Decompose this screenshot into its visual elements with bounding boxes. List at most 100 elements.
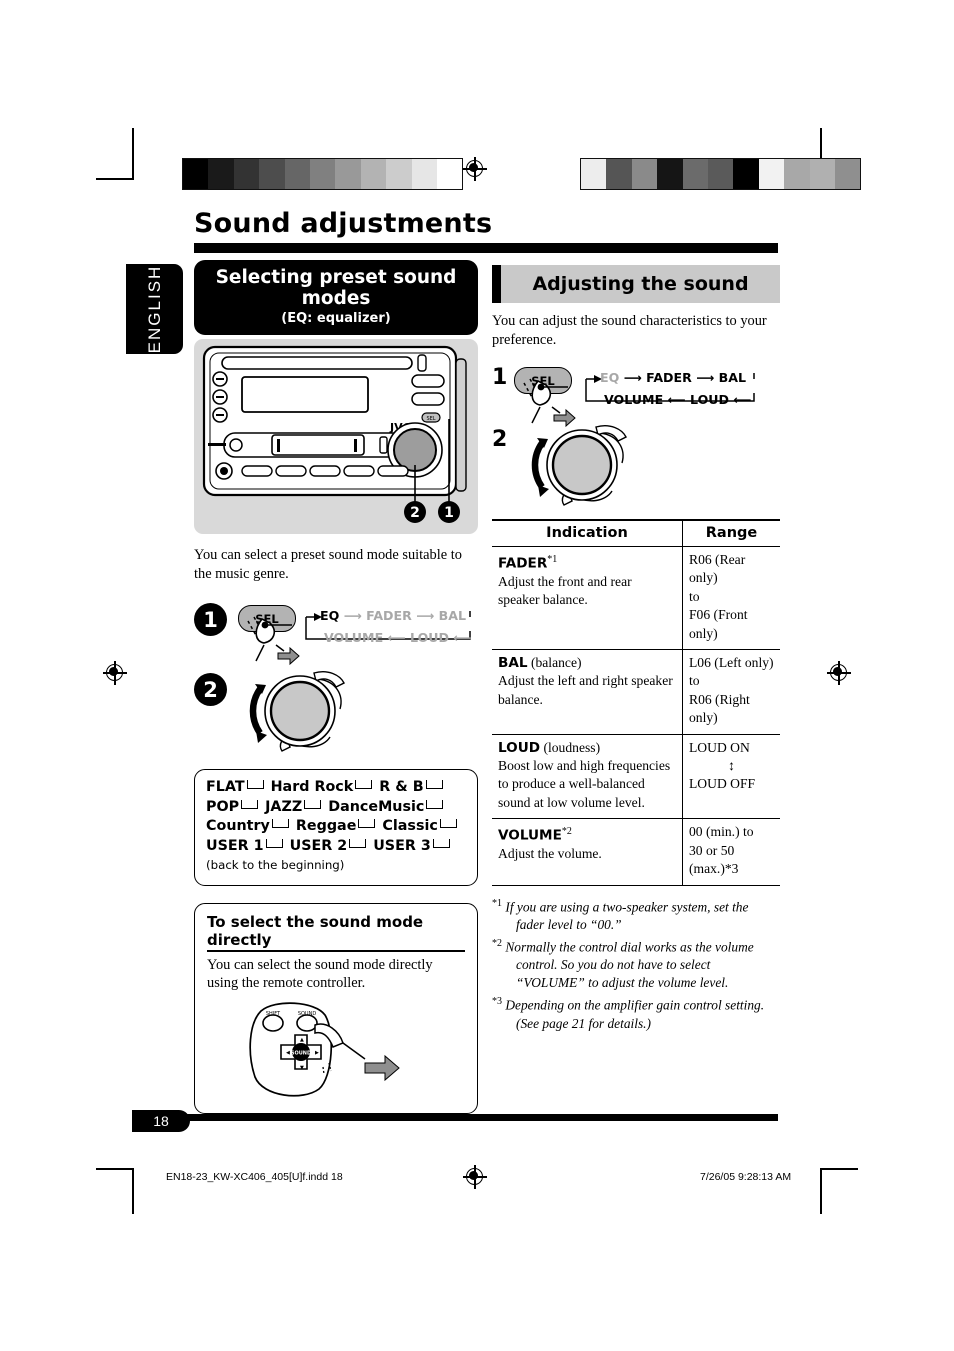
control-dial-rotate-illustration: [249, 671, 345, 752]
left-step-1: 1 SEL EQ ⟶ FADER ⟶ BAL VOLUME ⟵ LOUD ⟵: [194, 597, 478, 666]
arrow-right-icon: ⟶: [623, 370, 642, 385]
footer-rule: [132, 1114, 778, 1121]
mode-user-1: USER 1: [206, 837, 264, 854]
crop-mark-bl-v: [132, 1168, 134, 1214]
svg-text:▶: ▶: [315, 1050, 319, 1056]
row-fader-name: FADER: [498, 555, 548, 572]
footnote-1: *1 If you are using a two-speaker system…: [492, 895, 780, 934]
link-icon: [439, 819, 457, 828]
left-flow-fader: FADER: [366, 608, 412, 623]
page-number-badge: 18: [132, 1110, 190, 1132]
row-volume-sup: *2: [561, 826, 572, 838]
mode-pop: POP: [206, 798, 240, 815]
grayscale-calibration-bar-left: [182, 158, 464, 190]
link-icon: [358, 819, 376, 828]
row-loud-desc: Boost low and high frequencies to produc…: [498, 758, 671, 810]
section-header-adjusting-the-sound: Adjusting the sound: [492, 265, 780, 303]
mode-user-2: USER 2: [289, 837, 348, 854]
grayscale-calibration-bar-right: [580, 158, 862, 190]
arrow-left-icon: ⟵: [387, 630, 406, 645]
left-flow-eq: EQ: [320, 608, 340, 623]
link-icon: [265, 838, 283, 848]
row-fader-range-3: F06 (Front only): [689, 607, 748, 641]
crop-mark-tl-v: [132, 128, 134, 178]
right-intro-text: You can adjust the sound characteristics…: [492, 313, 767, 348]
left-flow-row-top: EQ ⟶ FADER ⟶ BAL: [320, 608, 466, 623]
mode-list-footer: (back to the beginning): [206, 858, 345, 872]
title-rule: [194, 243, 778, 253]
left-step-2: 2: [194, 665, 478, 761]
left-intro-text: You can select a preset sound mode suita…: [194, 547, 462, 582]
footnote-2-marker: *2: [492, 937, 502, 949]
table-header-range: Range: [682, 519, 780, 547]
adjusting-header-title: Adjusting the sound: [532, 273, 749, 295]
right-step-1-number: 1: [492, 365, 508, 390]
table-row: VOLUME*2 Adjust the volume. 00 (min.) to…: [492, 818, 780, 886]
link-icon: [246, 780, 264, 789]
link-icon: [304, 799, 322, 809]
left-flow-bal: BAL: [438, 608, 467, 623]
svg-text:1: 1: [444, 505, 454, 521]
row-loud-range-3: LOUD OFF: [689, 776, 756, 792]
arrow-left-icon: ⟵: [453, 630, 472, 645]
mode-user-3: USER 3: [373, 837, 431, 854]
mode-country: Country: [206, 818, 270, 834]
svg-text:▼: ▼: [300, 1065, 304, 1071]
mode-row-3: Country Reggae Classic: [206, 817, 466, 837]
link-icon: [355, 780, 373, 789]
svg-text:▲: ▲: [300, 1037, 304, 1043]
language-tab-english: ENGLISH: [126, 264, 183, 354]
mode-row-4: USER 1 USER 2 USER 3: [206, 837, 466, 857]
page-title: Sound adjustments: [194, 208, 493, 239]
mode-classic: Classic: [382, 818, 438, 834]
right-column: Adjusting the sound You can adjust the s…: [492, 265, 780, 1034]
mode-reggae: Reggae: [295, 818, 357, 834]
table-row: FADER*1 Adjust the front and rear speake…: [492, 546, 780, 651]
link-icon: [432, 838, 450, 848]
remote-controller-illustration: SHIFT SOUND SOUND ◀ ▶ ▲ ▼: [249, 1001, 400, 1097]
crop-mark-tl-h: [96, 178, 134, 180]
row-loud-suffix: (loudness): [540, 739, 601, 755]
svg-text:SOUND: SOUND: [291, 1050, 311, 1056]
right-step-2-number: 2: [492, 427, 508, 452]
row-fader-desc: Adjust the front and rear speaker balanc…: [498, 573, 632, 608]
right-flow-row-top: EQ ⟶ FADER ⟶ BAL: [600, 370, 746, 385]
table-row: LOUD (loudness) Boost low and high frequ…: [492, 734, 780, 820]
sound-adjustment-table: Indication Range FADER*1 Adjust the fron…: [492, 519, 780, 886]
section-header-subtitle: (EQ: equalizer): [281, 311, 391, 326]
svg-text:SHIFT: SHIFT: [266, 1011, 281, 1017]
mode-dancemusic: DanceMusic: [328, 798, 425, 815]
row-volume-desc: Adjust the volume.: [498, 846, 602, 862]
svg-text:◀: ◀: [286, 1050, 290, 1056]
head-unit-illustration: SEL JVC 2 1: [194, 339, 478, 534]
left-flow-volume: VOLUME: [324, 630, 384, 645]
updown-arrow-icon: ↕: [728, 758, 735, 774]
left-flow-row-bottom: VOLUME ⟵ LOUD ⟵: [324, 630, 471, 645]
head-unit-svg: SEL JVC 2 1: [202, 345, 467, 523]
mode-jazz: JAZZ: [265, 798, 303, 815]
left-flow-loud: LOUD: [410, 630, 449, 645]
row-volume-range-1: 00 (min.) to: [689, 824, 754, 840]
direct-select-heading: To select the sound mode directly: [207, 913, 465, 952]
right-flow-fader: FADER: [646, 370, 692, 385]
svg-text:2: 2: [410, 505, 420, 521]
crop-mark-bl-h: [96, 1168, 134, 1170]
table-header-indication: Indication: [492, 519, 683, 547]
crop-mark-br-v: [820, 1168, 822, 1214]
registration-target-bottom: [463, 1165, 487, 1189]
row-volume-name: VOLUME: [498, 827, 562, 844]
right-flow-loud: LOUD: [690, 392, 729, 407]
row-bal-name: BAL: [498, 655, 528, 672]
footnote-2: *2 Normally the control dial works as th…: [492, 935, 780, 992]
mode-hard-rock: Hard Rock: [270, 779, 354, 795]
sound-mode-sequence-box: FLAT Hard Rock R & B POP JAZZ DanceMusic…: [194, 769, 478, 886]
arrow-left-icon: ⟵: [667, 392, 686, 407]
crop-mark-br-h: [820, 1168, 858, 1170]
direct-select-text: You can select the sound mode directly u…: [207, 956, 433, 992]
right-flow-bal: BAL: [718, 370, 747, 385]
left-column: Selecting preset sound modes (EQ: equali…: [194, 260, 478, 1114]
arrow-right-icon: ⟶: [343, 608, 362, 623]
row-loud-range-1: LOUD ON: [689, 739, 750, 755]
link-icon: [241, 799, 259, 809]
section-header-selecting-preset-sound-modes: Selecting preset sound modes (EQ: equali…: [194, 260, 478, 335]
